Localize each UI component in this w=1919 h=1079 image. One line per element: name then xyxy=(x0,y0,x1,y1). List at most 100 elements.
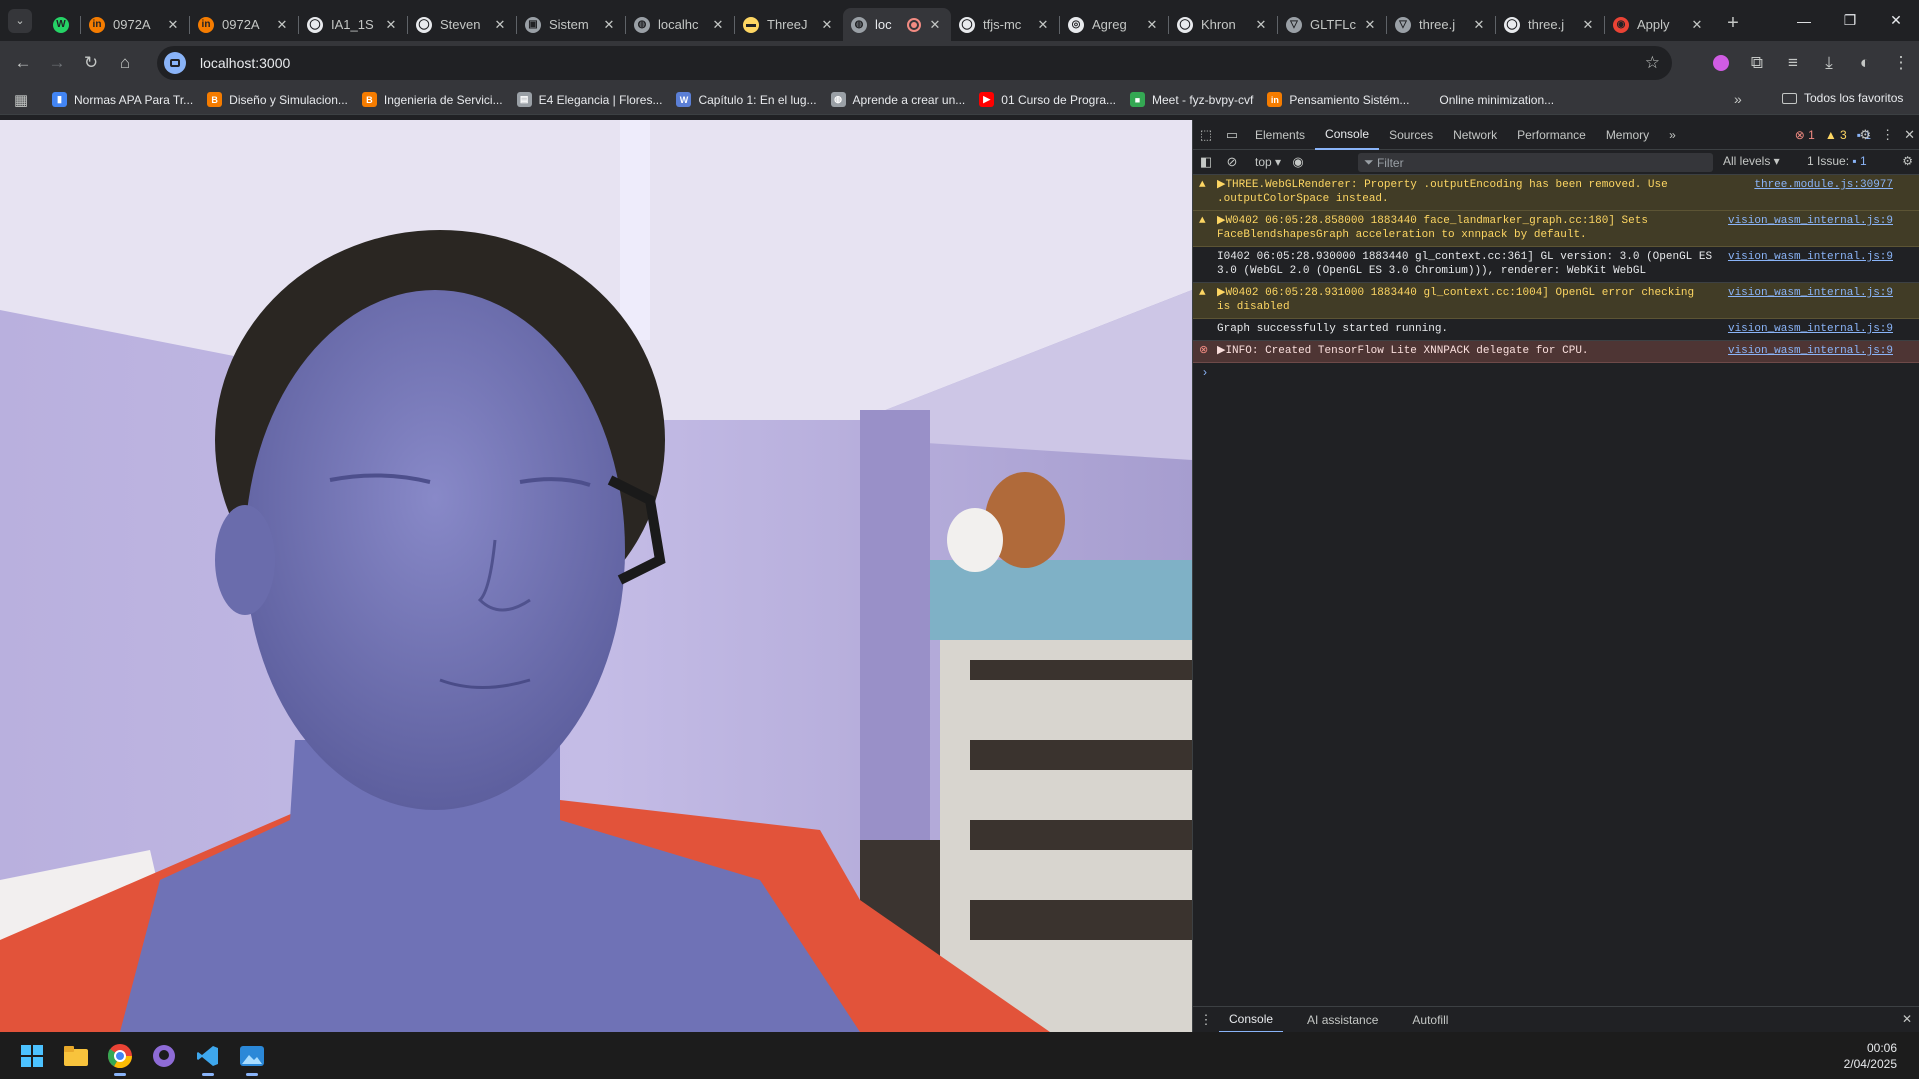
browser-tab[interactable]: ◯ Steven ✕ xyxy=(408,8,516,41)
bookmark-item[interactable]: ▶ 01 Curso de Progra... xyxy=(979,92,1116,107)
devtools-tab[interactable]: Elements xyxy=(1245,120,1315,150)
inspect-element-icon[interactable]: ⬚ xyxy=(1193,127,1219,143)
browser-tab[interactable]: ◍ loc ✕ xyxy=(843,8,951,41)
close-tab-icon[interactable]: ✕ xyxy=(1471,17,1487,33)
bookmark-item[interactable]: ◍ Aprende a crear un... xyxy=(830,92,965,107)
browser-tab[interactable]: ◯ three.j ✕ xyxy=(1496,8,1604,41)
browser-tab[interactable]: W xyxy=(42,8,80,41)
profile-avatar-icon[interactable]: ◐ xyxy=(1847,46,1883,80)
log-levels-dropdown[interactable]: All levels ▾ xyxy=(1723,154,1780,168)
console-source-link[interactable]: vision_wasm_internal.js:9 xyxy=(1728,250,1893,264)
console-source-link[interactable]: vision_wasm_internal.js:9 xyxy=(1728,214,1893,228)
console-source-link[interactable]: vision_wasm_internal.js:9 xyxy=(1728,286,1893,300)
warning-count[interactable]: ▲ 3 xyxy=(1825,128,1847,142)
reload-button[interactable]: ↻ xyxy=(74,46,108,80)
browser-tab[interactable]: ▬ ThreeJ ✕ xyxy=(735,8,843,41)
browser-tab[interactable]: ▽ GLTFLc ✕ xyxy=(1278,8,1386,41)
webcam-canvas[interactable] xyxy=(0,120,1192,1032)
close-tab-icon[interactable]: ✕ xyxy=(1144,17,1160,33)
close-tab-icon[interactable]: ✕ xyxy=(927,17,943,33)
close-tab-icon[interactable]: ✕ xyxy=(383,17,399,33)
bookmark-item[interactable]: ■ Meet - fyz-bvpy-cvf xyxy=(1130,92,1253,107)
tab-search-button[interactable]: ⌄ xyxy=(8,8,32,33)
close-tab-icon[interactable]: ✕ xyxy=(165,17,181,33)
console-source-link[interactable]: vision_wasm_internal.js:9 xyxy=(1728,322,1893,336)
close-tab-icon[interactable]: ✕ xyxy=(1580,17,1596,33)
browser-tab[interactable]: in 0972A ✕ xyxy=(81,8,189,41)
console-message[interactable]: I0402 06:05:28.930000 1883440 gl_context… xyxy=(1193,247,1919,283)
file-explorer-button[interactable] xyxy=(54,1034,98,1078)
download-icon[interactable]: ⤓ xyxy=(1811,46,1847,80)
puzzle-extensions-icon[interactable]: ⧉ xyxy=(1739,46,1775,80)
close-tab-icon[interactable]: ✕ xyxy=(819,17,835,33)
minimize-button[interactable]: — xyxy=(1781,0,1827,41)
bookmark-item[interactable]: ▤ E4 Elegancia | Flores... xyxy=(516,92,662,107)
console-message[interactable]: ⊗ ▶INFO: Created TensorFlow Lite XNNPACK … xyxy=(1193,341,1919,363)
bookmark-item[interactable]: Online minimization... xyxy=(1439,93,1554,107)
browser-tab[interactable]: in 0972A ✕ xyxy=(190,8,298,41)
browser-tab[interactable]: ◍ localhc ✕ xyxy=(626,8,734,41)
github-desktop-button[interactable] xyxy=(142,1034,186,1078)
console-message[interactable]: Graph successfully started running. visio… xyxy=(1193,319,1919,341)
drawer-tab[interactable]: Autofill xyxy=(1402,1007,1458,1033)
browser-tab[interactable]: ◉ Apply ✕ xyxy=(1605,8,1713,41)
url-text[interactable]: localhost:3000 xyxy=(200,55,290,71)
console-filter-input[interactable]: ⏷ Filter xyxy=(1358,153,1713,172)
close-tab-icon[interactable]: ✕ xyxy=(492,17,508,33)
devtools-tab[interactable]: Network xyxy=(1443,120,1507,150)
devtools-more-tabs[interactable]: » xyxy=(1659,120,1686,150)
close-tab-icon[interactable]: ✕ xyxy=(1362,17,1378,33)
console-message[interactable]: ▲ ▶W0402 06:05:28.931000 1883440 gl_conte… xyxy=(1193,283,1919,319)
close-window-button[interactable]: ✕ xyxy=(1873,0,1919,41)
console-source-link[interactable]: vision_wasm_internal.js:9 xyxy=(1728,344,1893,358)
home-button[interactable]: ⌂ xyxy=(108,46,142,80)
close-devtools-icon[interactable]: ✕ xyxy=(1904,127,1915,143)
drawer-tab[interactable]: Console xyxy=(1219,1007,1284,1033)
console-source-link[interactable]: three.module.js:30977 xyxy=(1754,178,1893,192)
close-tab-icon[interactable]: ✕ xyxy=(710,17,726,33)
close-tab-icon[interactable]: ✕ xyxy=(601,17,617,33)
address-bar[interactable]: localhost:3000 ☆ xyxy=(157,46,1672,80)
drawer-menu-icon[interactable]: ⋮ xyxy=(1193,1012,1219,1028)
devtools-menu-icon[interactable]: ⋮ xyxy=(1881,127,1894,143)
device-toolbar-icon[interactable]: ▭ xyxy=(1219,127,1245,143)
photos-button[interactable] xyxy=(230,1034,274,1078)
close-tab-icon[interactable]: ✕ xyxy=(1689,17,1705,33)
bookmark-item[interactable]: B Ingenieria de Servici... xyxy=(361,92,503,107)
drawer-tab[interactable]: AI assistance xyxy=(1297,1007,1388,1033)
close-tab-icon[interactable]: ✕ xyxy=(274,17,290,33)
apps-grid-icon[interactable]: ▦ xyxy=(14,91,38,109)
browser-tab[interactable]: ◯ IA1_1S ✕ xyxy=(299,8,407,41)
system-clock[interactable]: 00:06 2/04/2025 xyxy=(1844,1040,1897,1072)
console-message[interactable]: ▲ ▶THREE.WebGLRenderer: Property .outputE… xyxy=(1193,175,1919,211)
bookmarks-overflow-button[interactable]: » xyxy=(1734,91,1742,107)
context-selector[interactable]: top ▾ xyxy=(1251,155,1285,169)
clear-console-icon[interactable]: ⊘ xyxy=(1219,154,1245,170)
vscode-button[interactable] xyxy=(186,1034,230,1078)
browser-tab[interactable]: ◯ Khron ✕ xyxy=(1169,8,1277,41)
close-drawer-icon[interactable]: ✕ xyxy=(1902,1012,1912,1026)
sidebar-toggle-icon[interactable]: ◧ xyxy=(1193,154,1219,170)
devtools-tab[interactable]: Performance xyxy=(1507,120,1596,150)
new-tab-button[interactable]: + xyxy=(1719,10,1747,38)
console-message[interactable]: ▲ ▶W0402 06:05:28.858000 1883440 face_lan… xyxy=(1193,211,1919,247)
restore-button[interactable]: ❐ xyxy=(1827,0,1873,41)
menu-kebab-icon[interactable]: ⋮ xyxy=(1883,46,1919,80)
close-tab-icon[interactable]: ✕ xyxy=(1035,17,1051,33)
browser-tab[interactable]: ▽ three.j ✕ xyxy=(1387,8,1495,41)
browser-tab[interactable]: ▣ Sistem ✕ xyxy=(517,8,625,41)
bookmark-item[interactable]: ▮ Normas APA Para Tr... xyxy=(52,92,193,107)
error-count[interactable]: ⊗ 1 xyxy=(1795,128,1815,142)
start-button[interactable] xyxy=(10,1034,54,1078)
back-button[interactable]: ← xyxy=(6,46,40,80)
extension-icon[interactable] xyxy=(1703,46,1739,80)
bookmark-item[interactable]: W Capítulo 1: En el lug... xyxy=(676,92,817,107)
issues-button[interactable]: 1 Issue: ▪ 1 xyxy=(1807,154,1867,168)
bookmark-item[interactable]: in Pensamiento Sistém... xyxy=(1267,92,1409,107)
media-controls-icon[interactable]: ≡ xyxy=(1775,46,1811,80)
settings-gear-icon[interactable]: ⚙ xyxy=(1859,127,1871,143)
close-tab-icon[interactable]: ✕ xyxy=(1253,17,1269,33)
all-bookmarks-folder[interactable]: Todos los favoritos xyxy=(1782,91,1903,105)
devtools-tab[interactable]: Sources xyxy=(1379,120,1443,150)
chrome-button[interactable] xyxy=(98,1034,142,1078)
